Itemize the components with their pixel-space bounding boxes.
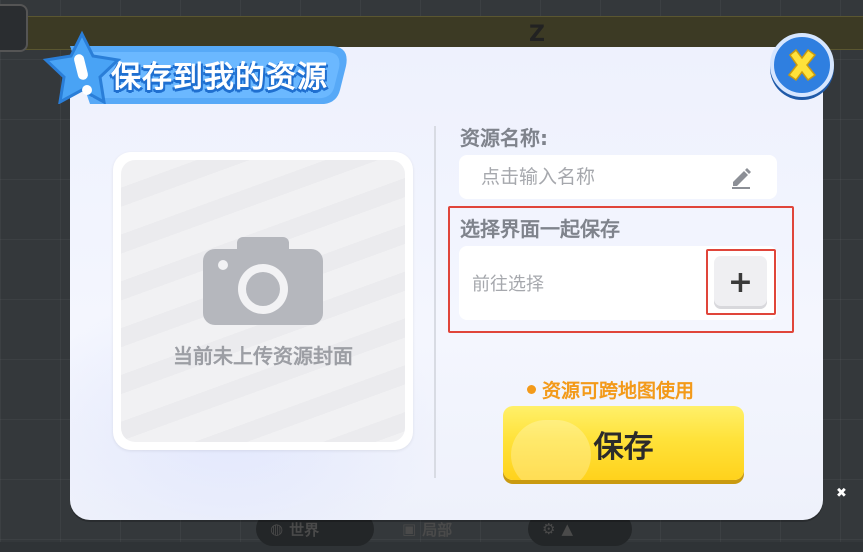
pencil-icon [732,168,751,189]
ui-select-placeholder: 前往选择 [472,274,544,295]
cross-map-note: 资源可跨地图使用 [527,376,694,403]
avatar [0,4,28,52]
top-bar-letter: Z [529,22,545,47]
dialog-title: 保存到我的资源 [111,60,328,95]
resource-name-label: 资源名称: [460,126,548,150]
gear-icon: ⚙ [542,520,556,538]
plus-icon: + [727,265,754,300]
cross-map-note-text: 资源可跨地图使用 [542,380,695,402]
camera-icon [203,237,323,325]
add-ui-button[interactable]: + [714,256,767,309]
ui-select-label: 选择界面一起保存 [460,217,620,241]
cover-label: 当前未上传资源封面 [173,344,353,368]
resource-name-field[interactable] [459,155,777,199]
close-button[interactable] [770,33,834,97]
cover-upload-card[interactable]: 当前未上传资源封面 [113,152,413,450]
cursor-icon: ✖ [836,486,847,501]
close-icon [787,48,817,82]
save-button[interactable]: 保存 [503,406,744,480]
caret-up-icon: ▲ [561,520,573,538]
resource-name-input[interactable] [479,165,723,189]
divider [434,126,436,478]
bullet-dot-icon [527,385,536,394]
globe-icon: ◍ [270,520,284,538]
save-button-label: 保存 [593,430,654,465]
cube-icon: ▣ [402,520,417,538]
